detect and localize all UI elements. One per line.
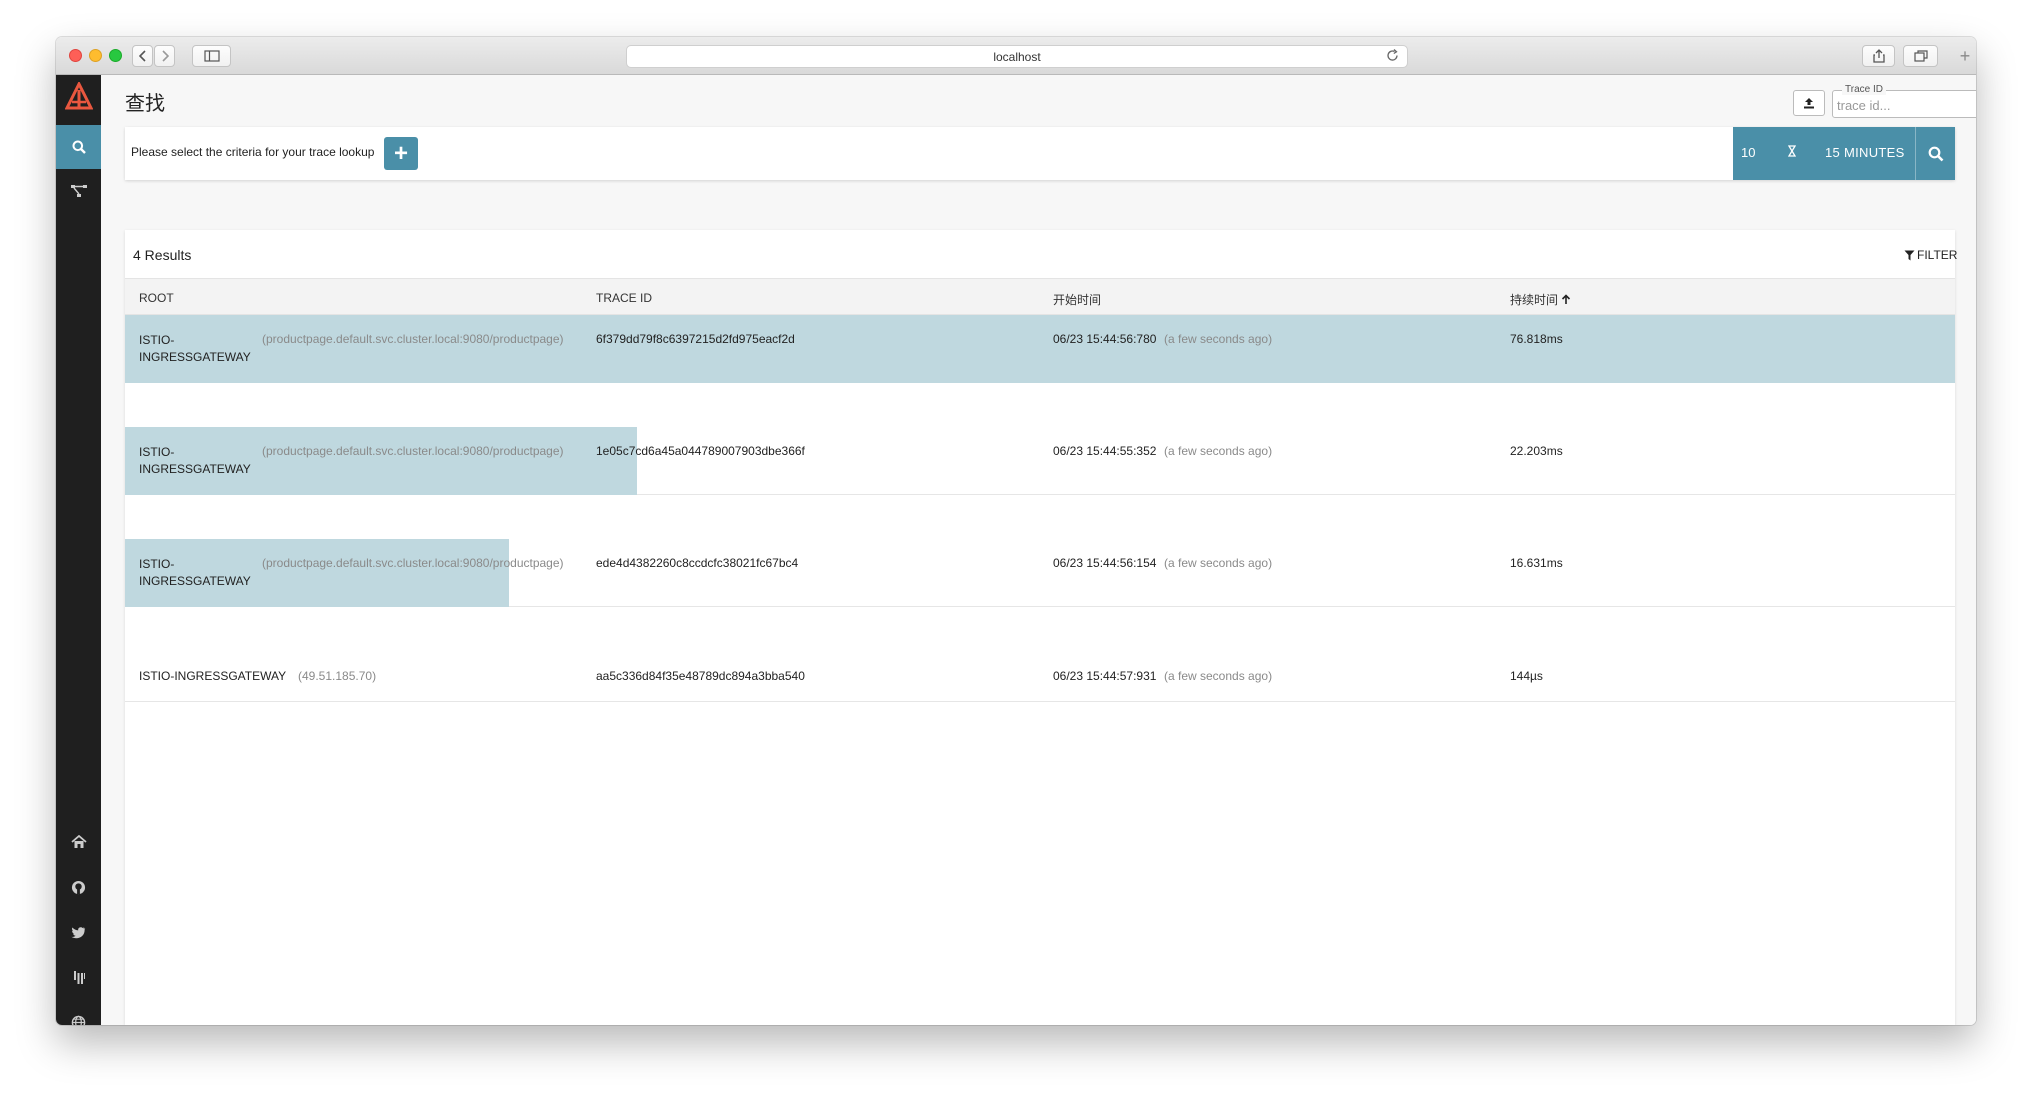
- address-url: localhost: [993, 49, 1041, 64]
- root-service: ISTIO-INGRESSGATEWAY: [139, 333, 251, 364]
- root-service: ISTIO-INGRESSGATEWAY: [139, 669, 287, 683]
- column-root[interactable]: ROOT: [139, 291, 174, 305]
- sidebar-icon: [203, 50, 220, 62]
- results-panel: 4 Results FILTER ROOT TRACE ID 开始时间 持续时间…: [125, 230, 1957, 1025]
- back-button[interactable]: [132, 45, 153, 67]
- filter-label: FILTER: [1917, 248, 1958, 262]
- duration-bar: [125, 315, 1955, 383]
- column-trace-id[interactable]: TRACE ID: [596, 291, 652, 305]
- relative-time: (a few seconds ago): [1164, 444, 1273, 458]
- main-content: 查找 Trace ID Please select the criteria f…: [101, 75, 1976, 1025]
- dependencies-icon: [70, 185, 87, 197]
- trace-id-input[interactable]: [1834, 94, 1976, 116]
- criteria-controls: 10 15 MINUTES: [1733, 127, 1955, 180]
- root-detail: (49.51.185.70): [298, 669, 377, 683]
- filter-button[interactable]: FILTER: [1904, 248, 1957, 262]
- table-row[interactable]: ISTIO-INGRESSGATEWAY (49.51.185.70) aa5c…: [125, 607, 1955, 702]
- results-count: 4 Results: [133, 247, 192, 263]
- upload-json-button[interactable]: [1793, 90, 1825, 116]
- arrow-up-icon: [1561, 294, 1571, 304]
- sidebar-item-search[interactable]: [56, 125, 101, 169]
- minimize-window-button[interactable]: [89, 49, 102, 62]
- table-row[interactable]: ISTIO- INGRESSGATEWAY (productpage.defaul…: [125, 315, 1955, 383]
- relative-time: (a few seconds ago): [1164, 669, 1273, 683]
- gitter-icon: [73, 971, 85, 984]
- close-window-button[interactable]: [69, 49, 82, 62]
- column-duration-label: 持续时间: [1510, 293, 1559, 307]
- sidebar-item-dependencies[interactable]: [56, 169, 101, 213]
- chevron-right-icon: [161, 50, 169, 62]
- sidebar-item-github[interactable]: [56, 865, 101, 909]
- root-detail: (productpage.default.svc.cluster.local:9…: [262, 332, 564, 346]
- github-icon: [71, 880, 86, 894]
- browser-window: localhost + 查找 Trace ID trace id... Plea…: [56, 37, 1976, 1025]
- trace-id-cell: 1e05c7cd6a45a044789007903dbe366f: [596, 444, 805, 458]
- chevron-left-icon: [138, 50, 146, 62]
- start-time-cell: 06/23 15:44:55:352: [1053, 444, 1157, 458]
- results-table-header: ROOT TRACE ID 开始时间 持续时间: [125, 278, 1955, 315]
- reload-icon[interactable]: [1386, 49, 1399, 65]
- filter-icon: [1904, 250, 1915, 260]
- search-icon: [1928, 146, 1943, 161]
- twitter-icon: [71, 926, 86, 938]
- table-row[interactable]: ISTIO- INGRESSGATEWAY (productpage.defaul…: [125, 383, 1955, 495]
- criteria-bar: Please select the criteria for your trac…: [125, 127, 1955, 180]
- app-sidebar: [56, 75, 101, 1025]
- globe-icon: [71, 1015, 86, 1025]
- trace-id-cell: ede4d4382260c8ccdcfc38021fc67bc4: [596, 556, 799, 570]
- limit-select[interactable]: 10: [1741, 145, 1755, 160]
- share-icon: [1872, 49, 1885, 63]
- start-time-cell: 06/23 15:44:57:931: [1053, 669, 1157, 683]
- forward-button[interactable]: [154, 45, 175, 67]
- share-button[interactable]: [1862, 45, 1895, 67]
- address-bar[interactable]: localhost: [626, 45, 1408, 68]
- sidebar-item-twitter[interactable]: [56, 910, 101, 954]
- browser-titlebar: localhost +: [56, 37, 1976, 75]
- zipkin-logo-icon[interactable]: [56, 75, 101, 119]
- start-time-cell: 06/23 15:44:56:780: [1053, 332, 1157, 346]
- root-service: ISTIO-INGRESSGATEWAY: [139, 557, 251, 588]
- trace-id-cell: 6f379dd79f8c6397215d2fd975eacf2d: [596, 332, 795, 346]
- page-title: 查找: [125, 93, 165, 115]
- sidebar-item-website[interactable]: [56, 1000, 101, 1025]
- duration-cell: 22.203ms: [1510, 444, 1563, 458]
- trace-id-cell: aa5c336d84f35e48789dc894a3bba540: [596, 669, 805, 683]
- sidebar-toggle-button[interactable]: [192, 45, 231, 67]
- duration-cell: 144µs: [1510, 669, 1543, 683]
- sidebar-item-gitter[interactable]: [56, 955, 101, 999]
- table-row[interactable]: ISTIO- INGRESSGATEWAY (productpage.defaul…: [125, 495, 1955, 607]
- lookback-select[interactable]: 15 MINUTES: [1825, 145, 1905, 160]
- root-detail: (productpage.default.svc.cluster.local:9…: [262, 444, 564, 458]
- root-detail: (productpage.default.svc.cluster.local:9…: [262, 556, 564, 570]
- relative-time: (a few seconds ago): [1164, 332, 1273, 346]
- tabs-overview-button[interactable]: [1903, 45, 1938, 67]
- hourglass-icon: [1787, 145, 1797, 160]
- column-start-time[interactable]: 开始时间: [1053, 291, 1101, 308]
- column-duration[interactable]: 持续时间: [1510, 291, 1571, 308]
- upload-icon: [1804, 98, 1814, 109]
- criteria-prompt: Please select the criteria for your trac…: [131, 145, 375, 159]
- relative-time: (a few seconds ago): [1164, 556, 1273, 570]
- tabs-icon: [1913, 50, 1928, 62]
- sidebar-item-home[interactable]: [56, 820, 101, 864]
- home-icon: [70, 835, 87, 848]
- run-query-button[interactable]: [1915, 127, 1955, 180]
- duration-cell: 76.818ms: [1510, 332, 1563, 346]
- root-service: ISTIO-INGRESSGATEWAY: [139, 445, 251, 476]
- duration-cell: 16.631ms: [1510, 556, 1563, 570]
- add-criteria-button[interactable]: +: [384, 137, 418, 170]
- start-time-cell: 06/23 15:44:56:154: [1053, 556, 1157, 570]
- zoom-window-button[interactable]: [109, 49, 122, 62]
- search-icon: [72, 140, 86, 154]
- new-tab-button[interactable]: +: [1954, 45, 1976, 75]
